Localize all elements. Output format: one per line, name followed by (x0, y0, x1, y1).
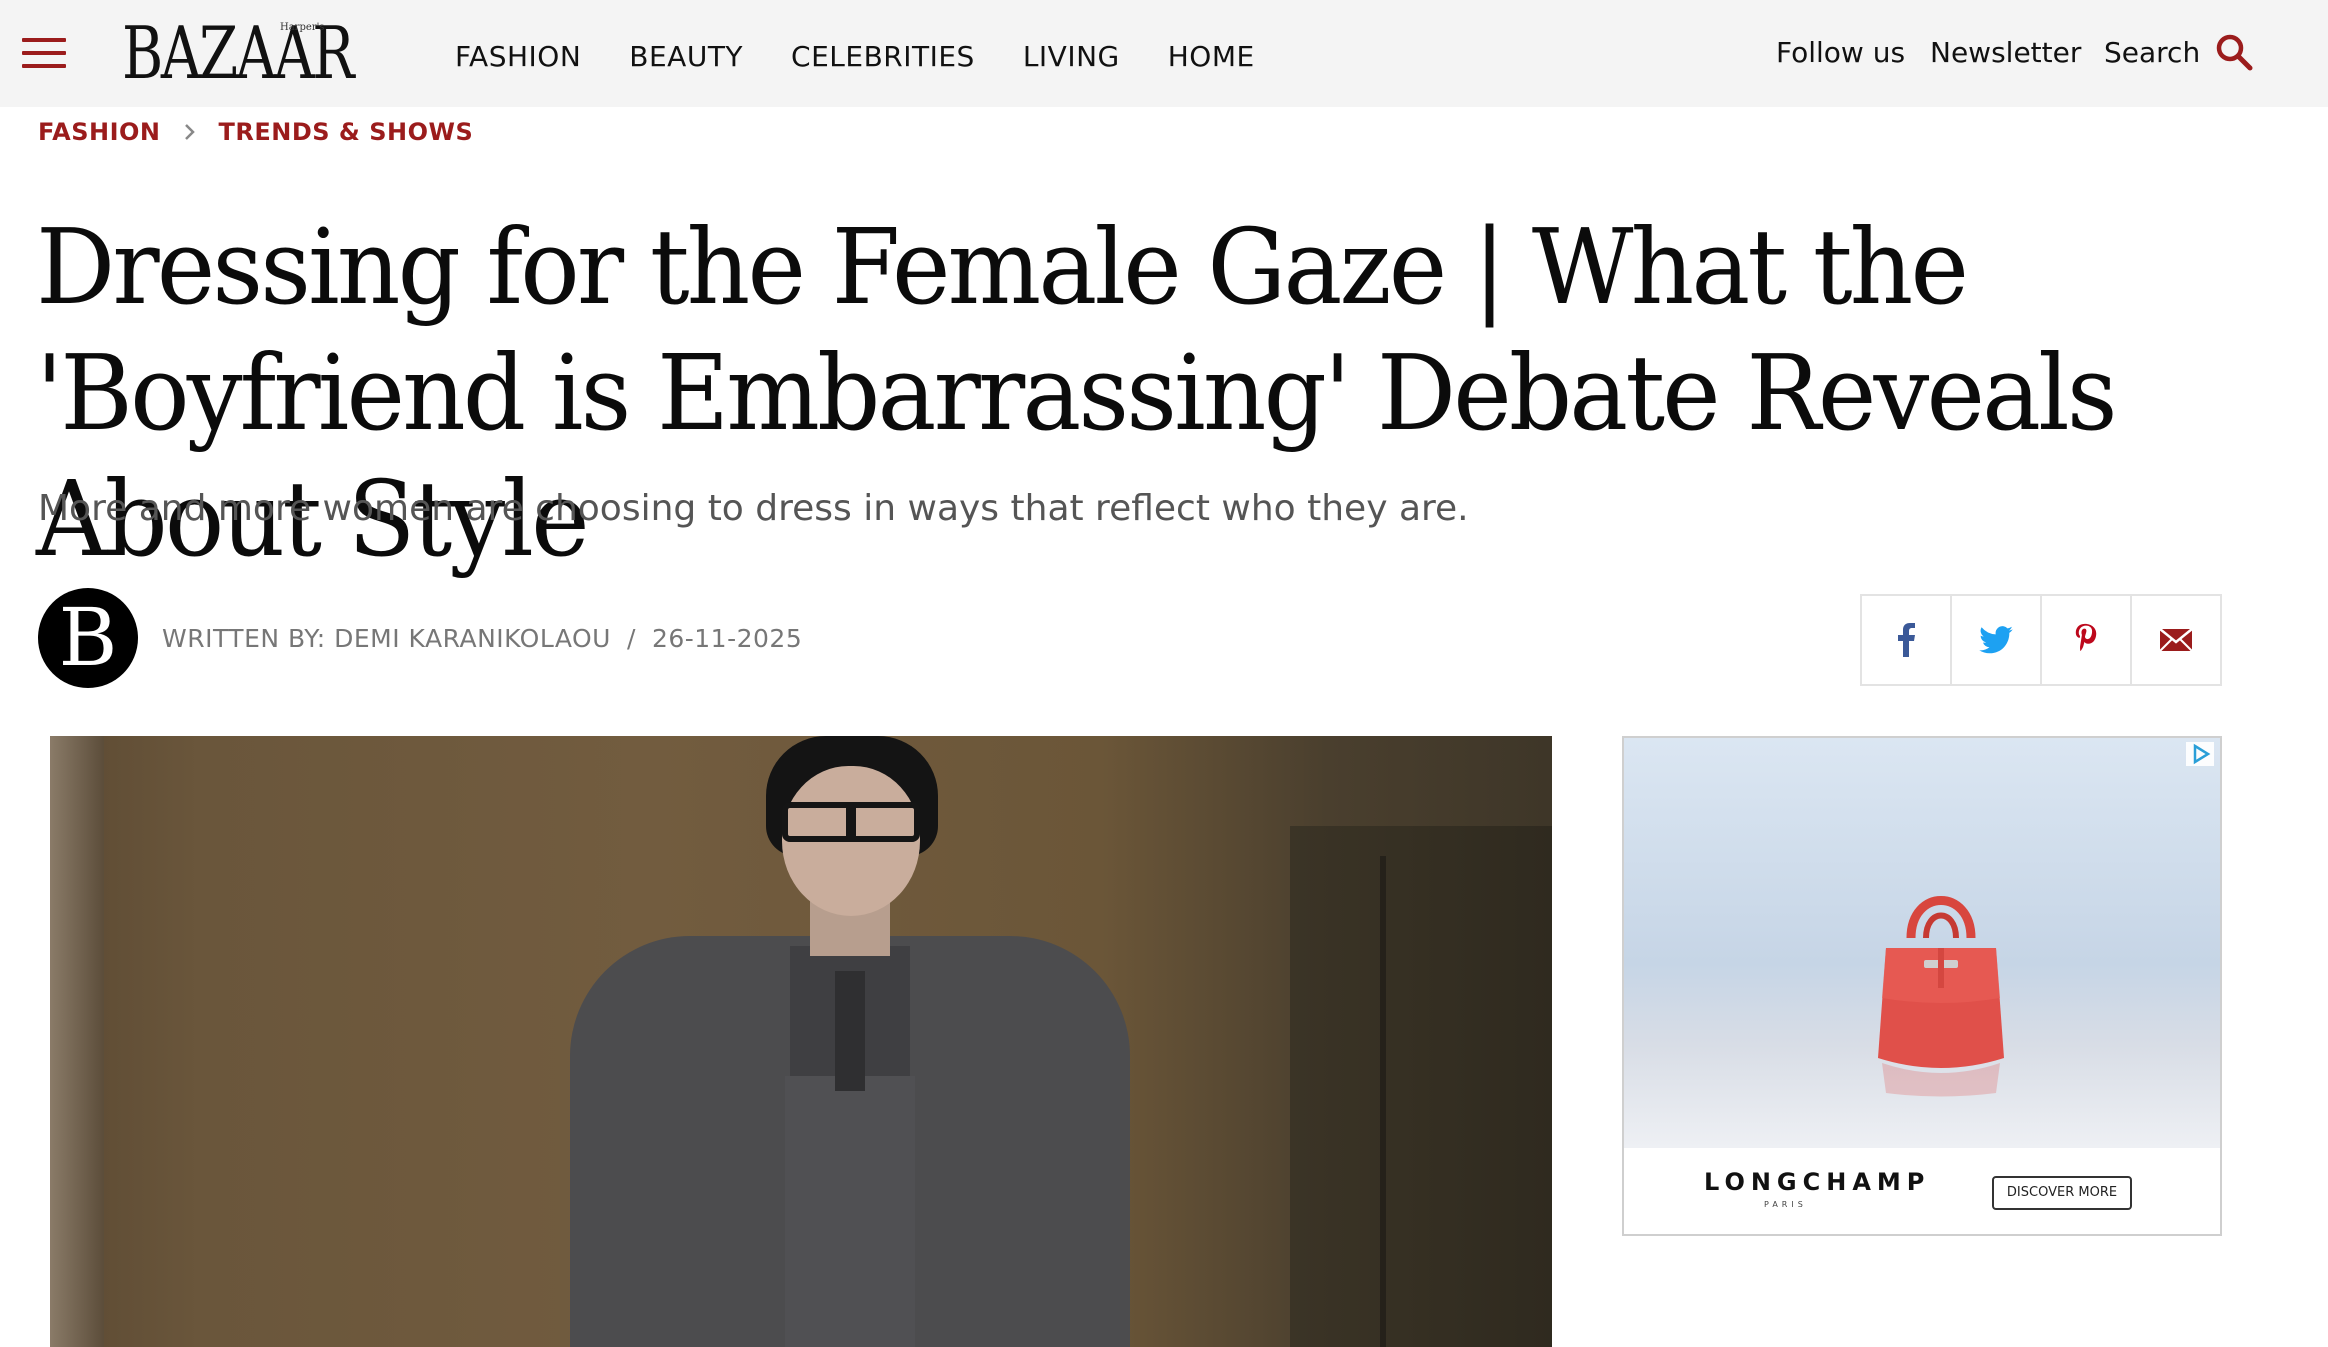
menu-icon[interactable] (22, 38, 66, 68)
follow-us-link[interactable]: Follow us (1776, 36, 1905, 69)
nav-item-beauty[interactable]: BEAUTY (629, 40, 743, 73)
ad-brand-sub: PARIS (1764, 1200, 1807, 1209)
advertisement[interactable]: LONGCHAMP PARIS DISCOVER MORE (1622, 736, 2222, 1236)
breadcrumb: FASHION TRENDS & SHOWS (38, 118, 473, 146)
email-icon (2159, 628, 2193, 652)
site-header: BAZAAR Harper's FASHION BEAUTY CELEBRITI… (0, 0, 2328, 107)
chevron-right-icon (184, 124, 195, 140)
nav-item-fashion[interactable]: FASHION (455, 40, 581, 73)
share-facebook-button[interactable] (1862, 596, 1952, 684)
site-logo[interactable]: BAZAAR Harper's (122, 17, 417, 89)
twitter-icon (1979, 626, 2013, 654)
author-avatar[interactable]: B (38, 588, 138, 688)
byline-date: 26-11-2025 (651, 624, 803, 653)
facebook-icon (1898, 623, 1915, 657)
byline: WRITTEN BY: DEMI KARANIKOLAOU / 26-11-20… (162, 624, 802, 653)
share-twitter-button[interactable] (1952, 596, 2042, 684)
byline-author[interactable]: WRITTEN BY: DEMI KARANIKOLAOU (162, 624, 611, 653)
share-pinterest-button[interactable] (2042, 596, 2132, 684)
article-subtitle: More and more women are choosing to dres… (38, 488, 1469, 529)
pinterest-icon (2075, 623, 2097, 651)
search-link[interactable]: Search (2104, 36, 2200, 69)
ad-discover-more-button[interactable]: DISCOVER MORE (1992, 1176, 2132, 1210)
share-email-button[interactable] (2132, 596, 2220, 684)
ad-choices-icon[interactable] (2186, 742, 2214, 766)
ad-image (1624, 738, 2220, 1148)
newsletter-link[interactable]: Newsletter (1930, 36, 2081, 69)
main-nav: FASHION BEAUTY CELEBRITIES LIVING HOME (455, 40, 1255, 73)
nav-item-living[interactable]: LIVING (1023, 40, 1120, 73)
breadcrumb-trends-shows[interactable]: TRENDS & SHOWS (219, 118, 474, 146)
search-icon[interactable] (2214, 32, 2254, 72)
hero-image (50, 736, 1552, 1347)
nav-item-celebrities[interactable]: CELEBRITIES (791, 40, 975, 73)
breadcrumb-fashion[interactable]: FASHION (38, 118, 161, 146)
logo-small-text: Harper's (280, 22, 325, 33)
share-bar (1860, 594, 2222, 686)
byline-separator: / (627, 624, 636, 653)
nav-item-home[interactable]: HOME (1168, 40, 1255, 73)
handbag-image (1878, 896, 2004, 1097)
ad-brand: LONGCHAMP (1704, 1168, 1931, 1196)
